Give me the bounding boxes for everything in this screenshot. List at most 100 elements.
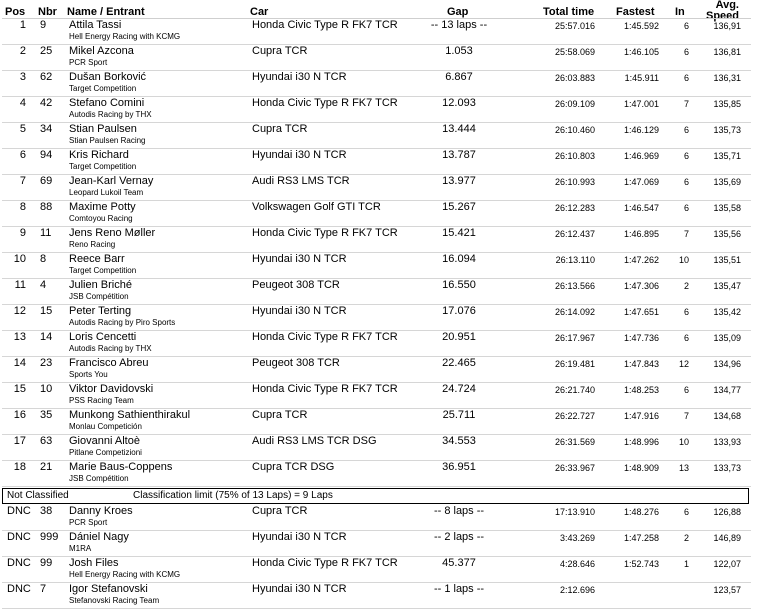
row-nbr: 99 xyxy=(40,557,53,569)
row-car: Cupra TCR xyxy=(252,505,308,517)
row-fastest: 1:47.306 xyxy=(623,281,659,291)
row-driver: Reece Barr xyxy=(69,253,125,265)
row-nbr: 42 xyxy=(40,97,53,109)
row-fastest: 1:47.262 xyxy=(623,255,659,265)
classification-limit: Classification limit (75% of 13 Laps) = … xyxy=(133,490,333,501)
table-row: 5 34 Stian Paulsen Stian Paulsen Racing … xyxy=(2,123,751,149)
header-fastest: Fastest xyxy=(616,6,655,18)
row-total-time: 26:10.993 xyxy=(554,177,595,187)
row-avg-speed: 126,88 xyxy=(713,507,741,517)
row-nbr: 63 xyxy=(40,435,53,447)
row-team: Sports You xyxy=(69,370,108,379)
row-car: Honda Civic Type R FK7 TCR xyxy=(252,383,398,395)
row-driver: Munkong Sathienthirakul xyxy=(69,409,191,421)
row-car: Audi RS3 LMS TCR xyxy=(252,175,350,187)
row-avg-speed: 135,42 xyxy=(713,307,741,317)
table-row: DNC 7 Igor Stefanovski Stefanovski Racin… xyxy=(2,583,751,609)
row-in: 6 xyxy=(683,151,689,161)
table-row: 7 69 Jean-Karl Vernay Leopard Lukoil Tea… xyxy=(2,175,751,201)
table-row: 6 94 Kris Richard Target Competition Hyu… xyxy=(2,149,751,175)
row-total-time: 4:28.646 xyxy=(559,559,595,569)
row-nbr: 88 xyxy=(40,201,53,213)
row-avg-speed: 135,51 xyxy=(713,255,741,265)
row-fastest: 1:48.909 xyxy=(623,463,659,473)
row-team: M1RA xyxy=(69,544,92,553)
row-car: Hyundai i30 N TCR xyxy=(252,305,347,317)
row-gap: 1.053 xyxy=(445,45,473,57)
row-team: Autodis Racing by THX xyxy=(69,344,152,353)
table-row: 11 4 Julien Briché JSB Compétition Peuge… xyxy=(2,279,751,305)
row-total-time: 26:22.727 xyxy=(554,411,595,421)
row-team: Target Competition xyxy=(69,162,137,171)
row-pos: 18 xyxy=(13,461,26,473)
row-avg-speed: 134,77 xyxy=(713,385,741,395)
row-team: PSS Racing Team xyxy=(69,396,134,405)
row-pos: 8 xyxy=(19,201,26,213)
header-name: Name / Entrant xyxy=(67,6,145,18)
row-team: Monlau Competición xyxy=(69,422,142,431)
row-pos: 12 xyxy=(13,305,26,317)
row-total-time: 26:13.566 xyxy=(554,281,595,291)
row-pos: DNC xyxy=(7,557,31,569)
row-total-time: 26:13.110 xyxy=(555,255,595,265)
row-in: 6 xyxy=(683,507,689,517)
table-row: 3 62 Dušan Borković Target Competition H… xyxy=(2,71,751,97)
row-avg-speed: 136,81 xyxy=(713,47,741,57)
row-avg-speed: 135,71 xyxy=(713,151,741,161)
row-car: Hyundai i30 N TCR xyxy=(252,71,347,83)
row-gap: 12.093 xyxy=(442,97,476,109)
row-gap: -- 8 laps -- xyxy=(433,505,485,517)
not-classified-bar: Not Classified Classification limit (75%… xyxy=(2,488,749,504)
row-total-time: 26:03.883 xyxy=(554,73,595,83)
row-team: JSB Compétition xyxy=(69,474,129,483)
row-gap: 13.977 xyxy=(442,175,476,187)
table-row: 1 9 Attila Tassi Hell Energy Racing with… xyxy=(2,19,751,45)
row-team: Stian Paulsen Racing xyxy=(69,136,146,145)
row-total-time: 25:58.069 xyxy=(554,47,595,57)
row-pos: 15 xyxy=(13,383,26,395)
row-nbr: 999 xyxy=(40,531,59,543)
row-driver: Jens Reno Møller xyxy=(69,227,156,239)
row-team: Target Competition xyxy=(69,84,137,93)
row-pos: 13 xyxy=(13,331,26,343)
row-car: Cupra TCR xyxy=(252,409,308,421)
row-in: 6 xyxy=(683,203,689,213)
row-pos: 16 xyxy=(13,409,26,421)
row-fastest: 1:47.916 xyxy=(623,411,659,421)
row-driver: Danny Kroes xyxy=(69,505,133,517)
row-car: Audi RS3 LMS TCR DSG xyxy=(252,435,377,447)
row-driver: Julien Briché xyxy=(69,279,132,291)
row-avg-speed: 135,58 xyxy=(713,203,741,213)
row-driver: Mikel Azcona xyxy=(69,45,134,57)
row-gap: 20.951 xyxy=(442,331,476,343)
row-total-time: 26:21.740 xyxy=(554,385,595,395)
row-nbr: 10 xyxy=(40,383,53,395)
row-driver: Attila Tassi xyxy=(69,19,122,31)
row-avg-speed: 136,91 xyxy=(713,21,741,31)
row-driver: Dániel Nagy xyxy=(69,531,129,543)
row-in: 6 xyxy=(683,73,689,83)
row-fastest: 1:47.001 xyxy=(623,99,659,109)
row-in: 7 xyxy=(683,411,689,421)
row-total-time: 3:43.269 xyxy=(559,533,595,543)
row-total-time: 26:19.481 xyxy=(554,359,595,369)
row-nbr: 34 xyxy=(40,123,53,135)
row-total-time: 25:57.016 xyxy=(554,21,595,31)
row-avg-speed: 134,96 xyxy=(713,359,741,369)
row-team: Leopard Lukoil Team xyxy=(69,188,144,197)
row-in: 6 xyxy=(683,385,689,395)
row-in: 10 xyxy=(678,255,689,265)
table-row: 4 42 Stefano Comini Autodis Racing by TH… xyxy=(2,97,751,123)
row-driver: Giovanni Altoè xyxy=(69,435,140,447)
results-header: Pos Nbr Name / Entrant Car Gap Total tim… xyxy=(0,0,763,22)
row-total-time: 26:33.967 xyxy=(554,463,595,473)
row-nbr: 62 xyxy=(40,71,53,83)
row-team: Reno Racing xyxy=(69,240,116,249)
row-in: 2 xyxy=(683,533,689,543)
row-car: Hyundai i30 N TCR xyxy=(252,253,347,265)
row-car: Cupra TCR DSG xyxy=(252,461,335,473)
row-car: Peugeot 308 TCR xyxy=(252,357,340,369)
row-pos: DNC xyxy=(7,531,31,543)
table-row: 12 15 Peter Terting Autodis Racing by Pi… xyxy=(2,305,751,331)
row-gap: 15.267 xyxy=(442,201,476,213)
